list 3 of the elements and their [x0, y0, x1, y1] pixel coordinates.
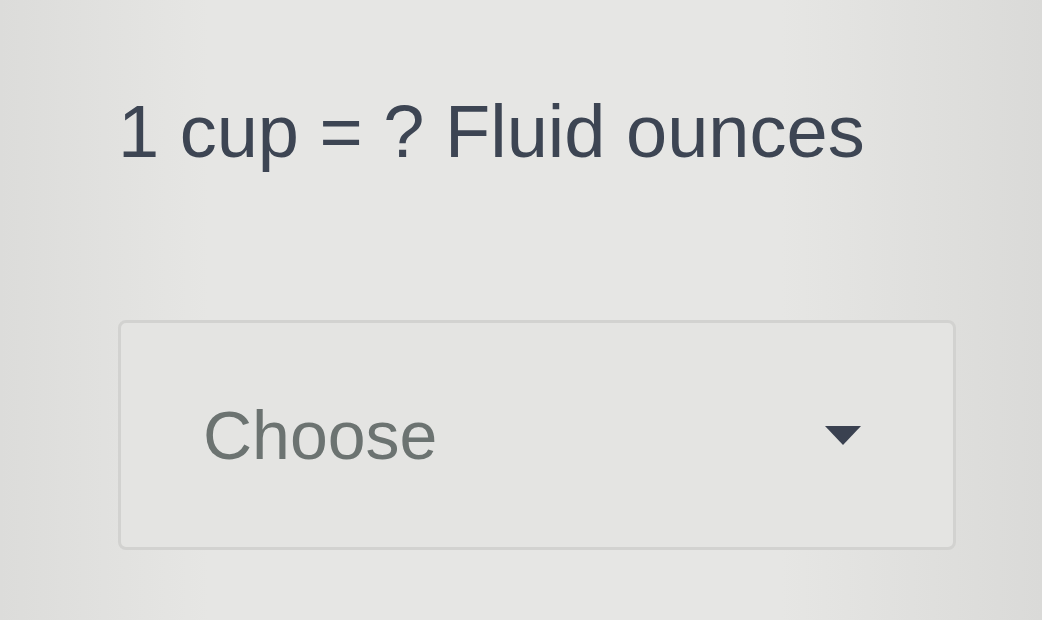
- question-text: 1 cup = ? Fluid ounces: [118, 90, 865, 174]
- caret-icon: [825, 425, 861, 445]
- choose-dropdown[interactable]: Choose: [118, 320, 956, 550]
